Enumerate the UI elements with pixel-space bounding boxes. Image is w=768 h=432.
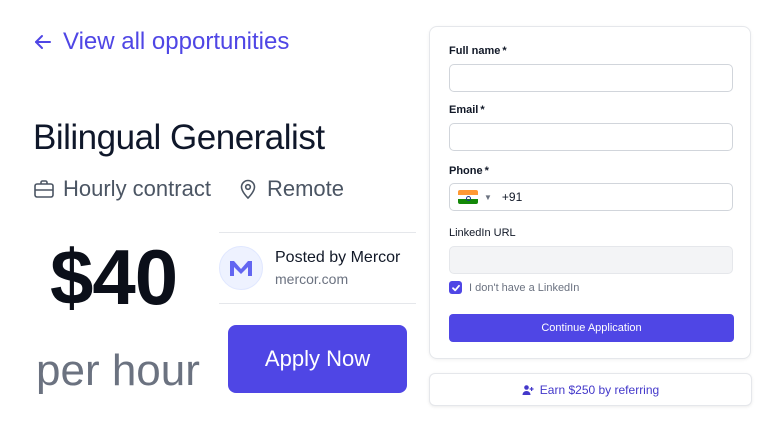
chevron-down-icon[interactable]: ▼ (484, 193, 492, 202)
email-input[interactable] (449, 123, 733, 151)
mercor-logo (219, 246, 263, 290)
contract-type: Hourly contract (33, 176, 211, 202)
poster-info: Posted by Mercor mercor.com (275, 249, 400, 287)
application-form: Full name * Email * Phone * ▼ +91 LinkedIn … (429, 26, 751, 359)
phone-label: Phone * (449, 165, 489, 177)
linkedin-label: LinkedIn URL (449, 227, 516, 239)
checkmark-icon (451, 284, 460, 291)
full-name-input[interactable] (449, 64, 733, 92)
mercor-logo-icon (230, 261, 252, 276)
no-linkedin-label: I don't have a LinkedIn (469, 281, 580, 294)
back-link-label: View all opportunities (63, 28, 290, 55)
view-all-opportunities-link[interactable]: View all opportunities (33, 28, 289, 56)
posted-by-card: Posted by Mercor mercor.com (219, 232, 416, 304)
contract-type-label: Hourly contract (63, 176, 211, 201)
phone-input[interactable]: ▼ +91 (449, 183, 733, 211)
referral-label: Earn $250 by referring (539, 382, 660, 397)
no-linkedin-checkbox[interactable] (449, 281, 462, 294)
phone-label-text: Phone (449, 165, 483, 177)
rate-unit: per hour (36, 346, 200, 395)
required-marker: * (480, 104, 485, 116)
hourly-rate: $40 (50, 233, 178, 321)
continue-application-button[interactable]: Continue Application (449, 314, 734, 342)
apply-now-button[interactable]: Apply Now (228, 325, 407, 393)
linkedin-url-input[interactable] (449, 246, 733, 274)
earn-referral-button[interactable]: Earn $250 by referring (429, 373, 752, 406)
country-dial-code: +91 (501, 190, 523, 204)
full-name-label-text: Full name (449, 45, 501, 57)
required-marker: * (484, 165, 489, 177)
location: Remote (237, 176, 344, 202)
no-linkedin-row[interactable]: I don't have a LinkedIn (449, 281, 579, 294)
email-label-text: Email (449, 104, 479, 116)
job-title: Bilingual Generalist (33, 118, 325, 157)
posted-by-label: Posted by Mercor (275, 249, 401, 266)
job-meta: Hourly contract Remote (33, 176, 344, 202)
required-marker: * (502, 45, 507, 57)
location-label: Remote (266, 176, 344, 201)
map-pin-icon (240, 179, 256, 200)
briefcase-icon (34, 180, 54, 198)
flag-india-icon[interactable] (458, 190, 478, 204)
email-label: Email * (449, 104, 485, 116)
arrow-left-icon (35, 35, 51, 49)
full-name-label: Full name * (449, 45, 507, 57)
user-plus-icon (522, 384, 534, 395)
poster-domain: mercor.com (275, 271, 349, 287)
